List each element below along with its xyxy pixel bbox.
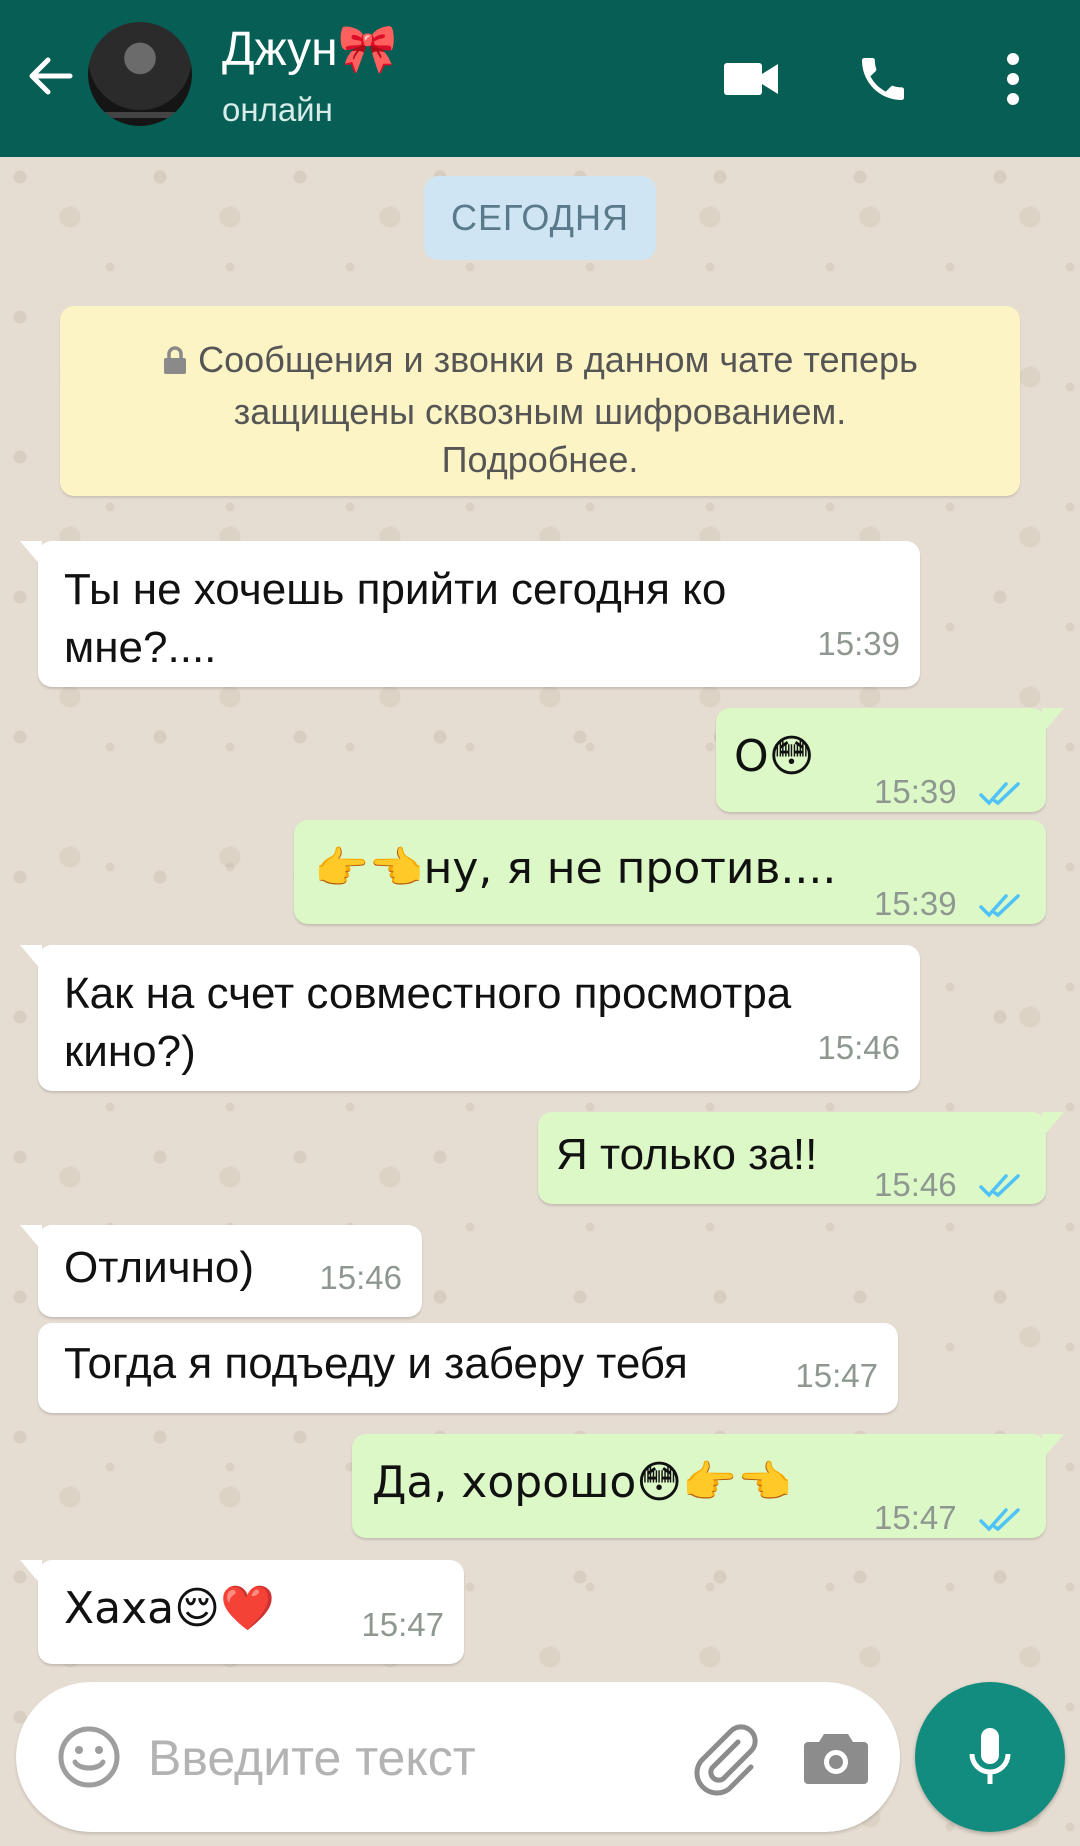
message-time: 15:47 [874, 1499, 957, 1536]
encryption-notice-link[interactable]: Подробнее. [60, 436, 1020, 484]
contact-status: онлайн [222, 91, 333, 128]
message-time: 15:47 [361, 1606, 444, 1643]
message-incoming[interactable]: Тогда я подъеду и заберу тебя 15:47 [38, 1323, 898, 1413]
message-text: кино?) [64, 1027, 196, 1076]
message-time: 15:46 [319, 1259, 402, 1296]
read-ticks-icon [978, 766, 1024, 824]
phone-call-icon[interactable] [848, 44, 918, 114]
message-time: 15:39 [874, 773, 957, 810]
message-outgoing[interactable]: Я только за!! 15:46 [538, 1112, 1064, 1204]
read-ticks-icon [978, 1492, 1024, 1550]
encryption-notice[interactable]: Сообщения и звонки в данном чате теперь … [60, 306, 1020, 496]
message-text: 👉👈ну, я не против.... [314, 843, 837, 894]
message-text: Я только за!! [556, 1130, 818, 1179]
message-text: Тогда я подъеду и заберу тебя [64, 1339, 688, 1388]
camera-icon[interactable] [796, 1718, 876, 1798]
encryption-notice-line: Сообщения и звонки в данном чате теперь [198, 339, 918, 380]
message-time: 15:39 [874, 885, 957, 922]
more-options-icon[interactable] [980, 44, 1046, 114]
message-incoming[interactable]: Хаха😌❤️ 15:47 [20, 1560, 464, 1664]
message-composer [16, 1682, 900, 1832]
chat-header: Джун🎀 онлайн [0, 0, 1080, 157]
read-ticks-icon [978, 878, 1024, 936]
message-incoming[interactable]: Отлично) 15:46 [20, 1225, 422, 1317]
message-text: Отлично) [64, 1243, 255, 1292]
message-time: 15:39 [817, 625, 900, 662]
message-outgoing[interactable]: 👉👈ну, я не против.... 15:39 [294, 820, 1046, 924]
message-text: Как на счет совместного просмотра [64, 969, 792, 1018]
contact-name[interactable]: Джун🎀 [222, 22, 397, 78]
message-input[interactable] [146, 1718, 670, 1798]
video-call-icon[interactable] [716, 44, 786, 114]
message-outgoing[interactable]: О😳 15:39 [716, 708, 1064, 812]
date-separator: СЕГОДНЯ [424, 176, 656, 260]
message-text: Хаха😌❤️ [64, 1583, 275, 1634]
microphone-icon[interactable] [915, 1682, 1065, 1832]
read-ticks-icon [978, 1158, 1024, 1216]
message-time: 15:46 [874, 1166, 957, 1203]
message-outgoing[interactable]: Да, хорошо😳👉👈 15:47 [352, 1434, 1064, 1538]
encryption-notice-line: защищены сквозным шифрованием. [233, 391, 847, 432]
message-text: мне?.... [64, 623, 217, 672]
message-time: 15:47 [795, 1357, 878, 1394]
message-text: Да, хорошо😳👉👈 [372, 1457, 792, 1508]
message-text: Ты не хочешь прийти сегодня ко [64, 565, 727, 614]
message-time: 15:46 [817, 1029, 900, 1066]
contact-avatar[interactable] [88, 22, 192, 126]
message-incoming[interactable]: Как на счет совместного просмотра кино?)… [20, 945, 920, 1091]
back-arrow-icon[interactable] [22, 48, 78, 104]
paperclip-icon[interactable] [682, 1718, 762, 1798]
message-text: О😳 [734, 731, 815, 782]
message-incoming[interactable]: Ты не хочешь прийти сегодня ко мне?.... … [20, 541, 920, 687]
lock-icon [162, 340, 188, 388]
emoji-icon[interactable] [50, 1718, 128, 1796]
